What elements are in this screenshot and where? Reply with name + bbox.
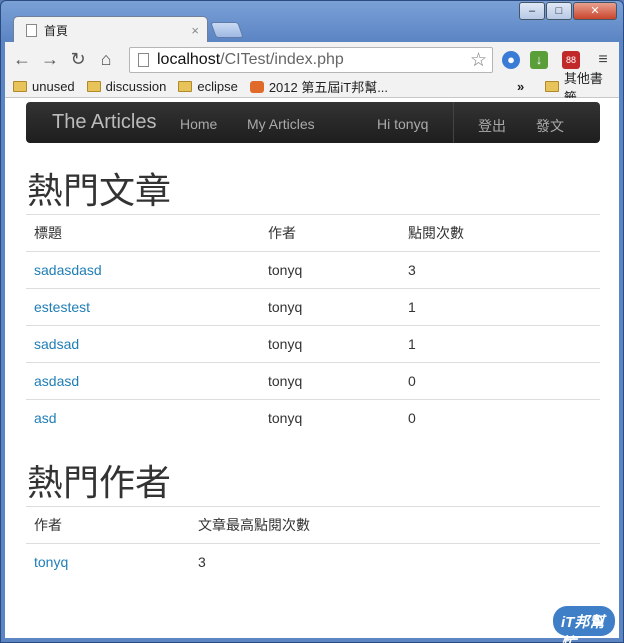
article-link[interactable]: sadsad	[34, 336, 79, 352]
url-path: /CITest/index.php	[220, 51, 344, 68]
forward-icon[interactable]: →	[39, 48, 61, 70]
minimize-button[interactable]: –	[519, 2, 545, 20]
article-link[interactable]: asdasd	[34, 373, 79, 389]
column-header-author: 作者	[26, 506, 190, 544]
bookmark-label: 2012 第五屆iT邦幫...	[268, 80, 389, 95]
bookmark-star-icon[interactable]: ☆	[470, 49, 487, 72]
article-link[interactable]: asd	[34, 410, 57, 426]
window-controls: – □ ✕	[519, 2, 617, 20]
article-author: tonyq	[260, 288, 400, 326]
article-views: 1	[400, 325, 600, 363]
table-row: sadasdasd tonyq 3	[26, 251, 600, 289]
navbar-divider	[453, 102, 454, 143]
logout-link[interactable]: 登出	[478, 116, 506, 136]
more-bookmarks-icon[interactable]: »	[517, 79, 524, 94]
table-row: sadsad tonyq 1	[26, 325, 600, 363]
article-author: tonyq	[260, 251, 400, 289]
globe-icon[interactable]: ●	[502, 51, 520, 69]
ithome-watermark-logo: iT邦幫忙	[553, 606, 615, 643]
back-icon[interactable]: ←	[11, 48, 33, 70]
column-header-author: 作者	[260, 214, 400, 252]
bookmark-label: eclipse	[197, 79, 238, 94]
folder-icon	[545, 81, 559, 92]
article-link[interactable]: sadasdasd	[34, 262, 102, 278]
folder-icon	[86, 81, 101, 92]
article-link[interactable]: estestest	[34, 299, 90, 315]
article-author: tonyq	[260, 399, 400, 437]
table-row: tonyq 3	[26, 544, 600, 581]
bookmark-folder[interactable]: unused	[13, 79, 75, 94]
hot-authors-title: 熱門作者	[27, 463, 172, 504]
column-header-views: 點閱次數	[400, 214, 600, 252]
hot-articles-table: 標題 作者 點閱次數 sadasdasd tonyq 3 estestest t…	[26, 214, 600, 437]
column-header-max-views: 文章最高點閱次數	[190, 506, 600, 544]
browser-tab[interactable]: 首頁 ×	[13, 16, 208, 43]
nav-link-home[interactable]: Home	[180, 116, 217, 132]
bookmark-folder[interactable]: discussion	[86, 79, 167, 94]
author-link[interactable]: tonyq	[34, 554, 68, 570]
brand-link[interactable]: The Articles	[52, 111, 156, 134]
post-article-link[interactable]: 發文	[536, 116, 564, 136]
tab-title: 首頁	[44, 23, 69, 38]
hot-authors-table: 作者 文章最高點閱次數 tonyq 3	[26, 506, 600, 581]
article-author: tonyq	[260, 325, 400, 363]
maximize-button[interactable]: □	[546, 2, 572, 20]
hot-articles-title: 熱門文章	[27, 171, 172, 212]
folder-icon	[13, 81, 27, 92]
notification-badge-icon[interactable]: 88	[562, 51, 580, 69]
article-views: 0	[400, 362, 600, 400]
new-tab-button[interactable]	[210, 22, 244, 38]
nav-link-my-articles[interactable]: My Articles	[247, 116, 315, 132]
table-row: asd tonyq 0	[26, 399, 600, 437]
bookmark-label: unused	[32, 79, 75, 94]
document-icon	[26, 23, 37, 37]
table-row: asdasd tonyq 0	[26, 362, 600, 400]
column-header-title: 標題	[26, 214, 260, 252]
table-row: estestest tonyq 1	[26, 288, 600, 326]
page-content: The Articles Home My Articles Hi tonyq 登…	[5, 98, 619, 638]
page-icon	[138, 53, 149, 67]
reload-icon[interactable]: ↻	[67, 48, 89, 70]
bookmark-folder[interactable]: eclipse	[178, 79, 238, 94]
table-header-row: 作者 文章最高點閱次數	[26, 506, 600, 544]
article-views: 1	[400, 288, 600, 326]
navbar: The Articles Home My Articles Hi tonyq 登…	[26, 102, 600, 143]
browser-toolbar: ← → ↻ ⌂ localhost/CITest/index.php ☆ ● ↓…	[5, 42, 619, 76]
table-header-row: 標題 作者 點閱次數	[26, 214, 600, 252]
close-tab-icon[interactable]: ×	[191, 23, 199, 38]
home-icon[interactable]: ⌂	[95, 48, 117, 70]
user-greeting[interactable]: Hi tonyq	[377, 116, 428, 132]
article-author: tonyq	[260, 362, 400, 400]
folder-icon	[178, 81, 193, 92]
menu-icon[interactable]: ≡	[594, 51, 612, 69]
extension-icon[interactable]: ↓	[530, 51, 548, 69]
article-views: 3	[400, 251, 600, 289]
bookmarks-bar: unused discussion eclipse 2012 第五屆iT邦幫..…	[5, 71, 619, 105]
author-max-views: 3	[198, 554, 206, 571]
bookmark-label: discussion	[105, 79, 167, 94]
article-views: 0	[400, 399, 600, 437]
address-bar[interactable]: localhost/CITest/index.php ☆	[129, 47, 493, 73]
browser-window: – □ ✕ 首頁 × ← → ↻ ⌂ localhost/CITest/inde…	[0, 0, 624, 643]
close-window-button[interactable]: ✕	[573, 2, 617, 20]
url-host: localhost	[157, 51, 221, 68]
bookmark-link[interactable]: 2012 第五屆iT邦幫...	[249, 77, 389, 96]
site-icon	[249, 80, 264, 93]
